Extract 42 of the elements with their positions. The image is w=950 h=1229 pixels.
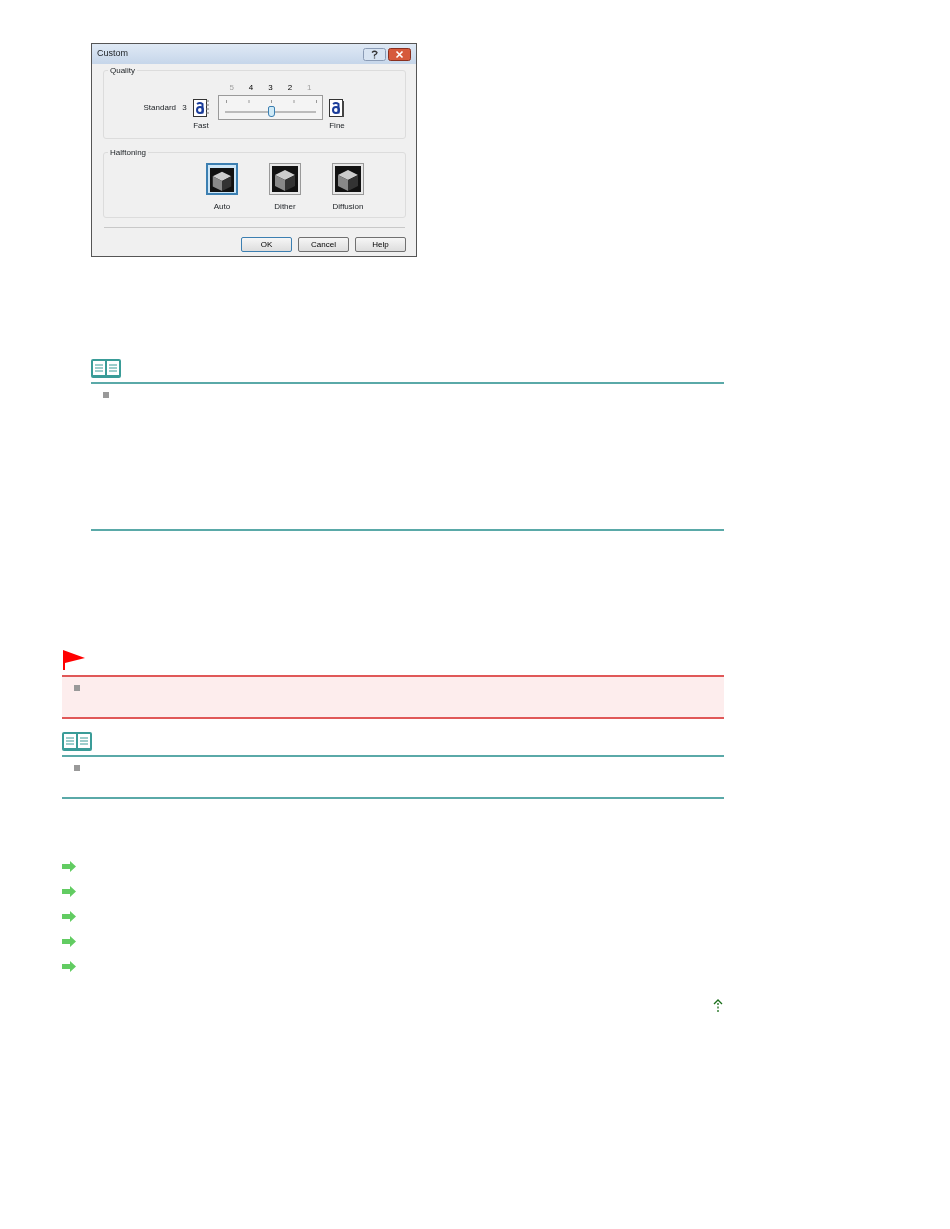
arrow-icon[interactable] (62, 936, 76, 947)
dialog-button[interactable]: OK (241, 237, 292, 252)
slider-thumb[interactable] (267, 106, 275, 117)
flag-icon (62, 649, 86, 671)
dialog-button[interactable]: Cancel (298, 237, 349, 252)
cube-icon (210, 167, 234, 193)
help-icon[interactable] (363, 47, 386, 61)
halftone-option[interactable] (332, 163, 364, 195)
halftone-option[interactable] (206, 163, 238, 195)
scale-end-label: Fine (329, 120, 345, 132)
scale-label: 2 (287, 82, 293, 94)
bullet-icon (74, 685, 80, 691)
setting-label: Standard (143, 101, 176, 114)
halftone-option[interactable] (269, 163, 301, 195)
dialog-button[interactable]: Help (355, 237, 406, 252)
scale-label: 4 (248, 82, 254, 94)
arrow-icon[interactable] (62, 861, 76, 872)
arrow-icon[interactable] (62, 911, 76, 922)
arrow-icon[interactable] (62, 886, 76, 897)
letter-icon (329, 97, 345, 118)
bullet-icon (103, 392, 109, 398)
scale-label: 5 (229, 82, 234, 94)
setting-value: 3 (182, 101, 187, 114)
group-label: Halftoning (108, 147, 149, 159)
book-icon (62, 732, 92, 751)
book-icon (91, 359, 121, 378)
scale-label: 1 (307, 82, 312, 94)
option-label: Dither (274, 201, 296, 213)
arrow-icon[interactable] (62, 961, 76, 972)
scale-end-label: Fast (193, 120, 209, 132)
close-icon[interactable] (388, 47, 411, 61)
option-label: Diffusion (332, 201, 364, 213)
up-arrow-icon[interactable] (713, 999, 723, 1012)
cube-icon (335, 166, 361, 192)
group-label: Quality (108, 65, 137, 77)
option-label: Auto (213, 201, 231, 213)
cube-icon (272, 166, 298, 192)
window-title: Custom (97, 47, 128, 61)
slider[interactable] (218, 95, 323, 120)
letter-icon (193, 97, 209, 118)
scale-label: 3 (268, 82, 273, 94)
bullet-icon (74, 765, 80, 771)
